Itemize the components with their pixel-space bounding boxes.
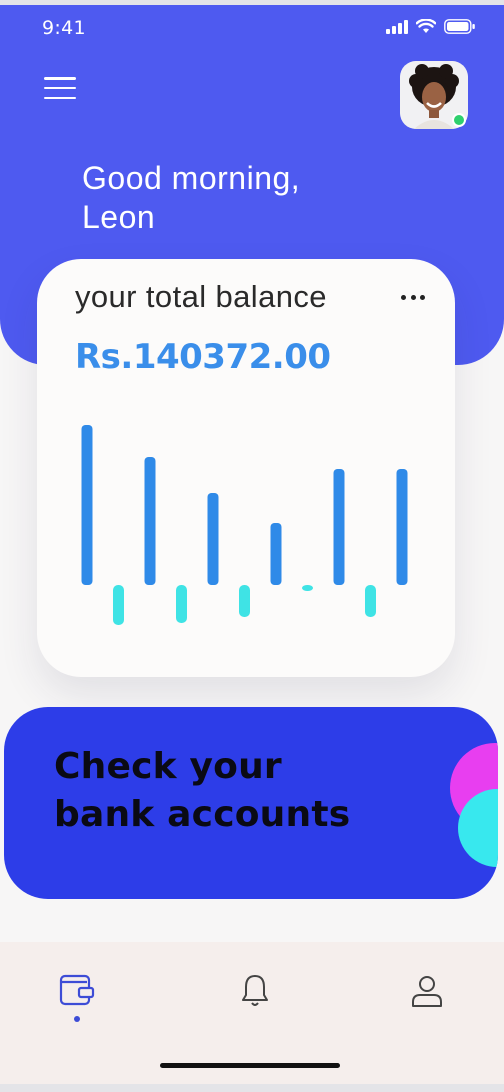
status-time: 9:41 xyxy=(42,17,86,39)
chart-bar-up xyxy=(144,457,156,585)
chart-bar-up xyxy=(396,469,408,585)
online-status-dot xyxy=(452,113,466,127)
menu-button[interactable] xyxy=(44,77,76,99)
chart-bar-up xyxy=(333,469,345,585)
home-indicator xyxy=(160,1063,340,1068)
bank-accounts-card[interactable]: Check your bank accounts xyxy=(4,707,498,899)
chart-bar-down xyxy=(239,585,250,617)
user-name: Leon xyxy=(82,199,156,235)
chart-bar-down xyxy=(302,585,313,591)
chart-bar-down xyxy=(365,585,376,617)
nav-profile[interactable] xyxy=(397,970,457,1030)
greeting-line: Good morning, xyxy=(82,160,301,196)
greeting: Good morning, Leon xyxy=(82,159,300,237)
wallet-icon xyxy=(59,974,95,1006)
status-icons xyxy=(386,19,476,34)
menu-icon-line xyxy=(44,86,76,90)
chart-bar-down xyxy=(113,585,124,625)
promo-line: bank accounts xyxy=(54,794,351,835)
chart-bar-down xyxy=(176,585,187,623)
app-screen: 9:41 Good morning, Leon your total balan… xyxy=(0,5,504,1084)
menu-icon-line xyxy=(44,77,76,80)
menu-icon-line xyxy=(44,96,76,99)
avatar[interactable] xyxy=(400,61,468,129)
user-icon xyxy=(412,976,442,1007)
chart-bar-up xyxy=(207,493,219,585)
promo-line: Check your xyxy=(54,746,282,787)
wifi-icon xyxy=(416,19,436,33)
active-tab-indicator xyxy=(74,1016,80,1022)
chart-bar-up xyxy=(81,425,93,585)
chart-bar-up xyxy=(270,523,282,585)
bell-icon xyxy=(242,975,268,1006)
battery-icon xyxy=(444,19,475,34)
nav-notifications[interactable] xyxy=(225,970,285,1030)
status-bar: 9:41 xyxy=(0,5,504,51)
promo-title: Check your bank accounts xyxy=(54,743,350,839)
balance-chart xyxy=(81,425,408,625)
balance-card[interactable]: your total balance Rs.140372.00 xyxy=(37,259,455,677)
signal-icon xyxy=(386,19,408,34)
